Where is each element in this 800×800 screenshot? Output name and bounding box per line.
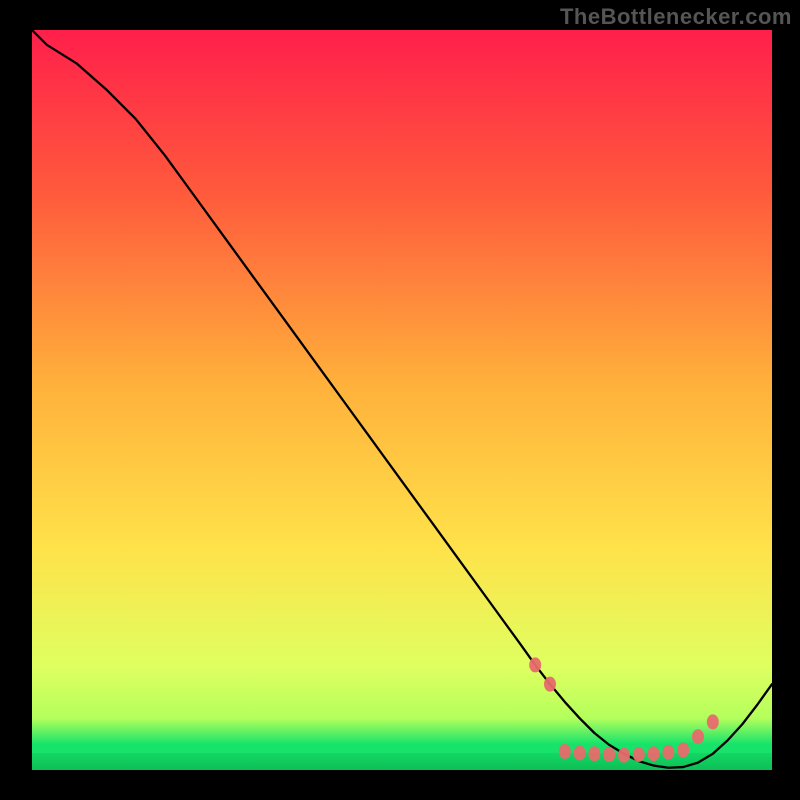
attribution-label: TheBottlenecker.com (560, 4, 792, 30)
bottleneck-curve-plot (32, 30, 772, 770)
chart-stage: TheBottlenecker.com (0, 0, 800, 800)
